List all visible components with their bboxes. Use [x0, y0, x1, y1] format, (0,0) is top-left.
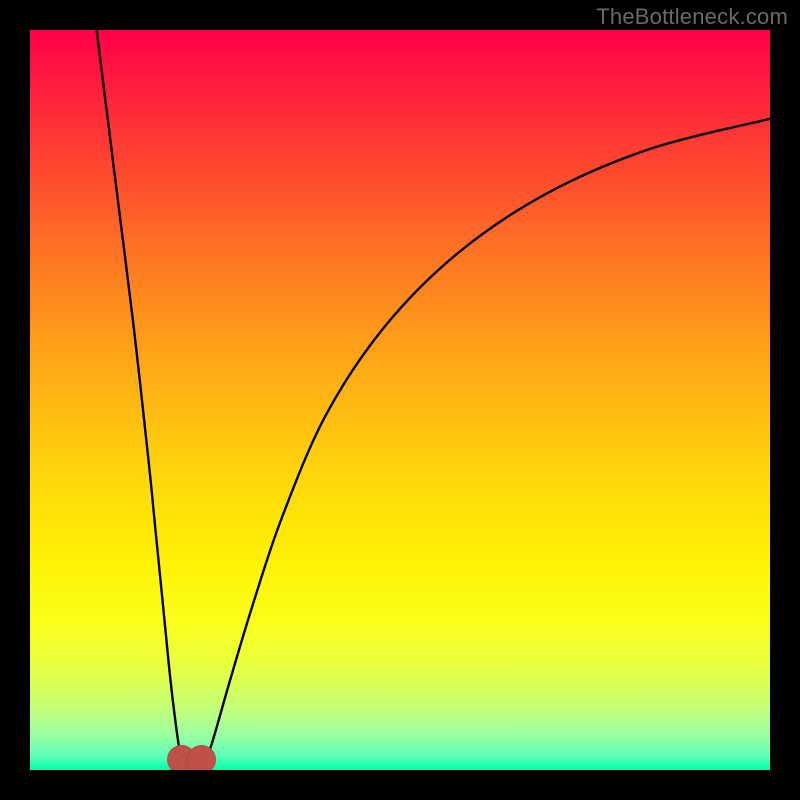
outer-frame: TheBottleneck.com: [0, 0, 800, 800]
curve-right-path: [200, 119, 770, 764]
watermark-label: TheBottleneck.com: [596, 4, 788, 30]
marker-min-right: [187, 745, 216, 770]
curve-left-path: [97, 30, 186, 764]
curve-layer: [30, 30, 770, 770]
plot-area: [30, 30, 770, 770]
